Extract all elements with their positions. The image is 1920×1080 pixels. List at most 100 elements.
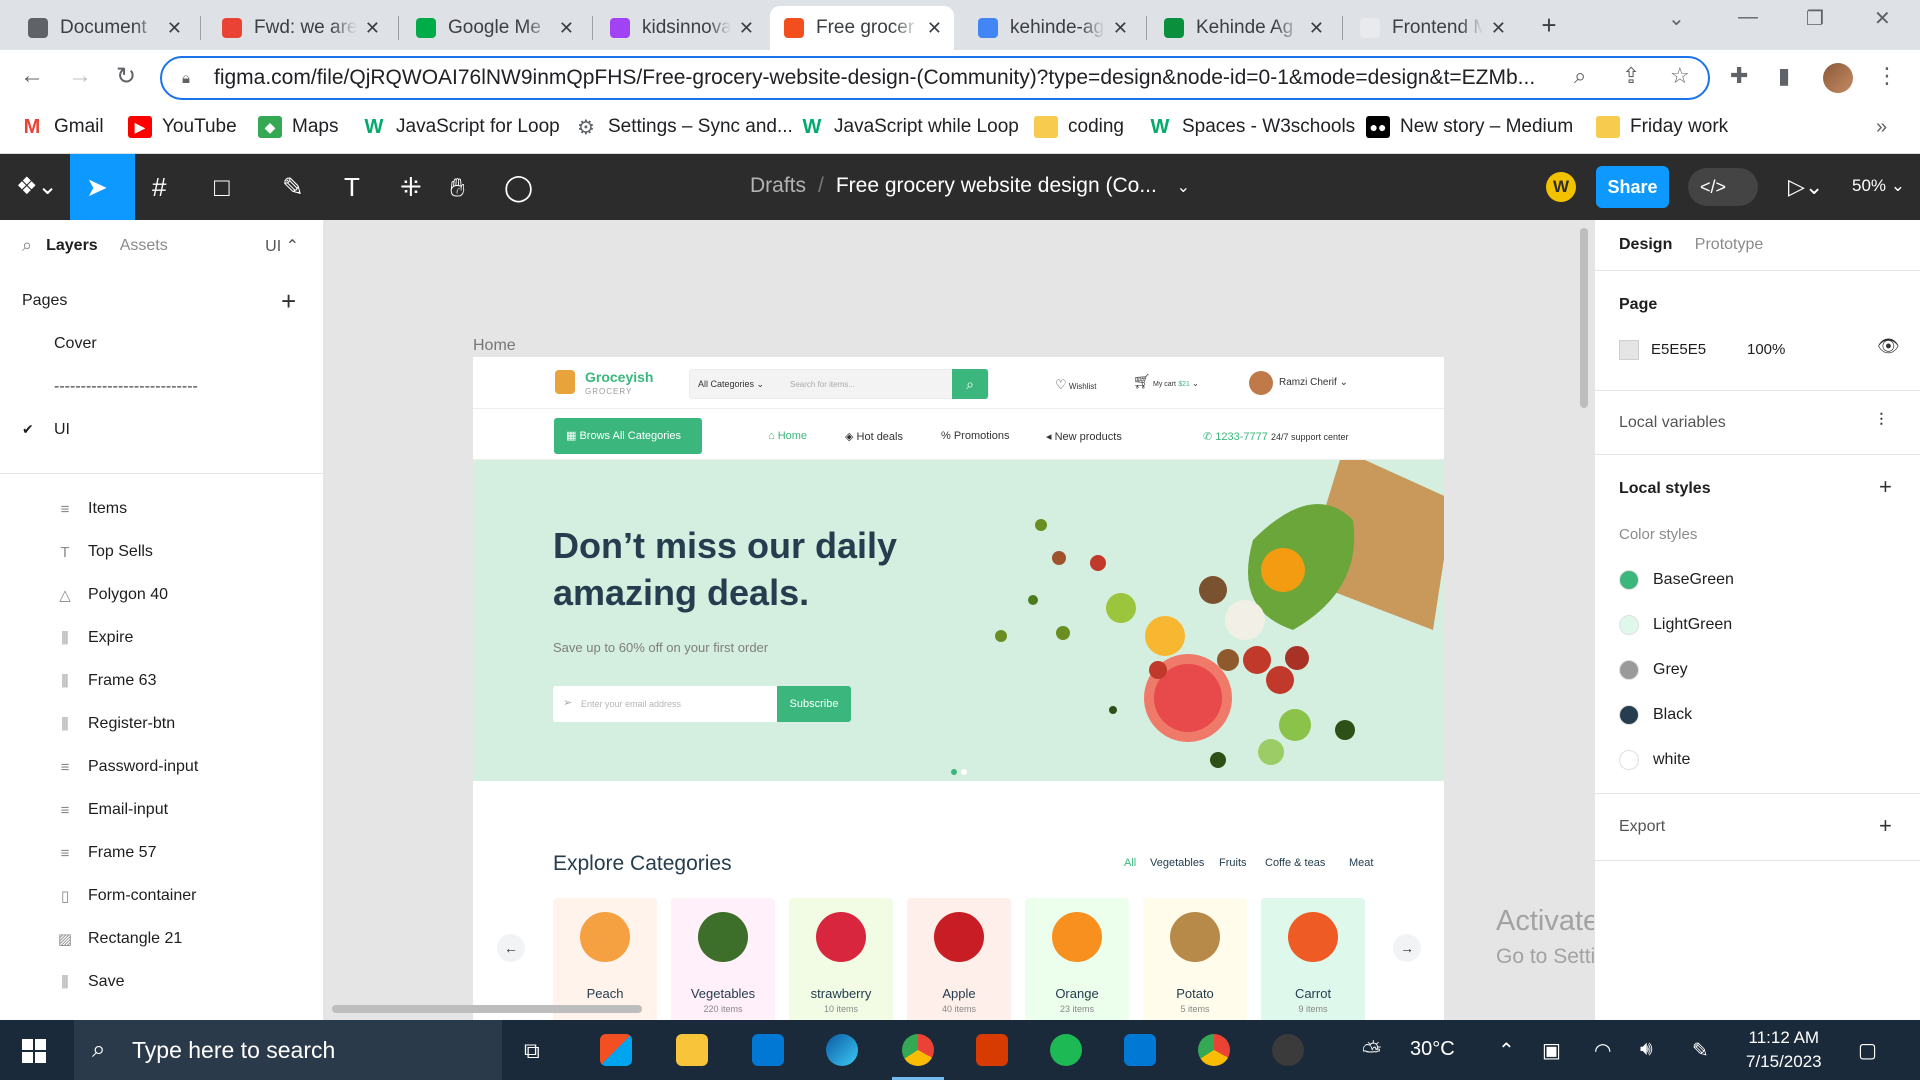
volume-icon[interactable]: 🔊︎: [1640, 1038, 1653, 1061]
file-menu-chevron-icon[interactable]: ⌄: [1177, 179, 1190, 196]
share-button[interactable]: Share: [1596, 166, 1669, 208]
layer-item[interactable]: ▯ Form-container: [56, 887, 197, 905]
browser-tab[interactable]: Fwd: we are ✕: [208, 6, 392, 50]
vertical-scrollbar[interactable]: [1580, 228, 1588, 408]
taskbar-search[interactable]: ⌕ Type here to search: [74, 1020, 502, 1080]
text-tool-icon[interactable]: T: [344, 172, 360, 203]
browser-tab[interactable]: Document ✕: [14, 6, 194, 50]
frame-tool-icon[interactable]: #: [152, 172, 166, 203]
horizontal-scrollbar[interactable]: [332, 1005, 642, 1013]
layer-item[interactable]: ≡ Password-input: [56, 758, 199, 776]
vscode-icon[interactable]: [1124, 1034, 1156, 1066]
local-variables-label[interactable]: Local variables: [1619, 414, 1726, 432]
page-ui[interactable]: UI: [54, 421, 70, 439]
wps-office-icon[interactable]: [976, 1034, 1008, 1066]
close-tab-icon[interactable]: ✕: [927, 18, 942, 39]
home-frame[interactable]: Groceyish GROCERY All Categories ⌄ Searc…: [473, 357, 1444, 1020]
layer-item[interactable]: ⫼ Frame 63: [56, 672, 157, 690]
add-export-icon[interactable]: +: [1879, 813, 1892, 839]
search-icon[interactable]: ⌕: [22, 235, 32, 256]
chrome-profile-icon[interactable]: [1198, 1034, 1230, 1066]
reload-icon[interactable]: ↻: [116, 62, 136, 91]
breadcrumb-drafts[interactable]: Drafts: [750, 174, 806, 197]
color-style-item[interactable]: white: [1619, 750, 1690, 770]
tab-design[interactable]: Design: [1619, 236, 1672, 253]
tab-assets[interactable]: Assets: [120, 237, 168, 255]
bookmark-maps[interactable]: ◆ Maps: [258, 116, 338, 138]
close-tab-icon[interactable]: ✕: [559, 18, 574, 39]
close-tab-icon[interactable]: ✕: [1113, 18, 1128, 39]
bookmark-js-while-loop[interactable]: W JavaScript while Loop: [800, 116, 1019, 138]
file-name[interactable]: Free grocery website design (Co...: [836, 174, 1157, 197]
notifications-icon[interactable]: ▢: [1858, 1038, 1877, 1063]
layer-item[interactable]: ⫼ Expire: [56, 629, 134, 647]
tab-search-chevron-icon[interactable]: ⌄: [1668, 6, 1685, 31]
bookmark-spaces-w3schools[interactable]: W Spaces - W3schools: [1148, 116, 1355, 138]
restore-icon[interactable]: ❐: [1806, 6, 1824, 31]
browser-tab[interactable]: Kehinde Ag ✕: [1150, 6, 1336, 50]
meet-now-icon[interactable]: ▣: [1542, 1038, 1561, 1063]
chrome-menu-icon[interactable]: ⋮: [1876, 63, 1898, 89]
present-icon[interactable]: ▷⌄: [1788, 174, 1823, 200]
pen-tool-icon[interactable]: ✎: [282, 172, 304, 203]
page-color-value[interactable]: E5E5E5: [1651, 341, 1706, 358]
browser-tab[interactable]: kidsinnovat ✕: [596, 6, 766, 50]
media-player-icon[interactable]: [1272, 1034, 1304, 1066]
profile-avatar[interactable]: [1823, 63, 1853, 93]
tab-layers[interactable]: Layers: [46, 237, 98, 255]
variables-sliders-icon[interactable]: ⫶: [1879, 410, 1884, 431]
browser-tab[interactable]: Google Me ✕: [402, 6, 586, 50]
edge-icon[interactable]: [826, 1034, 858, 1066]
bookmark-star-icon[interactable]: ☆: [1670, 63, 1690, 89]
bookmark-folder-friday-work[interactable]: Friday work: [1596, 116, 1728, 138]
layer-item[interactable]: △ Polygon 40: [56, 586, 168, 604]
close-tab-icon[interactable]: ✕: [1309, 18, 1324, 39]
bookmark-medium[interactable]: ●● New story – Medium: [1366, 116, 1573, 138]
file-explorer-icon[interactable]: [676, 1034, 708, 1066]
add-page-icon[interactable]: +: [281, 286, 296, 317]
close-tab-icon[interactable]: ✕: [365, 18, 380, 39]
browser-tab[interactable]: Frontend M ✕: [1346, 6, 1518, 50]
color-style-item[interactable]: LightGreen: [1619, 615, 1732, 635]
resources-icon[interactable]: ⁜: [400, 172, 422, 203]
frame-label[interactable]: Home: [473, 337, 516, 355]
mail-icon[interactable]: [752, 1034, 784, 1066]
layer-item[interactable]: ▨ Rectangle 21: [56, 930, 182, 948]
share-page-icon[interactable]: ⇪: [1622, 63, 1640, 89]
tab-prototype[interactable]: Prototype: [1695, 236, 1763, 253]
zoom-lens-icon[interactable]: ⌕: [1574, 63, 1586, 89]
canvas[interactable]: Home Groceyish GROCERY All Categories ⌄ …: [324, 220, 1594, 1020]
layer-item[interactable]: ≡ Frame 57: [56, 844, 157, 862]
layer-item[interactable]: ≡ Items: [56, 500, 128, 518]
clock[interactable]: 11:12 AM 7/15/2023: [1746, 1026, 1822, 1074]
side-panel-icon[interactable]: ▮: [1778, 63, 1790, 89]
browser-tab[interactable]: Free grocer ✕: [770, 6, 954, 50]
move-tool-icon[interactable]: ➤: [86, 172, 108, 203]
more-bookmarks-icon[interactable]: »: [1876, 116, 1887, 139]
bookmark-folder-coding[interactable]: coding: [1034, 116, 1124, 138]
ms-store-icon[interactable]: [600, 1034, 632, 1066]
layer-item[interactable]: T Top Sells: [56, 543, 153, 561]
close-tab-icon[interactable]: ✕: [167, 18, 182, 39]
bookmark-youtube[interactable]: ▶ YouTube: [128, 116, 237, 138]
bookmark-js-for-loop[interactable]: W JavaScript for Loop: [362, 116, 560, 138]
layer-item[interactable]: ≡ Email-input: [56, 801, 168, 819]
forward-icon[interactable]: →: [68, 62, 92, 90]
user-avatar[interactable]: W: [1546, 172, 1576, 202]
wifi-icon[interactable]: ◠: [1594, 1038, 1611, 1063]
show-hidden-icons[interactable]: ⌃: [1498, 1038, 1515, 1063]
bookmark-gmail[interactable]: M Gmail: [20, 116, 104, 138]
close-window-icon[interactable]: ✕: [1874, 6, 1891, 31]
spotify-icon[interactable]: [1050, 1034, 1082, 1066]
browser-tab[interactable]: kehinde-ag ✕: [964, 6, 1140, 50]
minimize-icon[interactable]: —: [1738, 6, 1758, 29]
close-tab-icon[interactable]: ✕: [1491, 18, 1506, 39]
back-icon[interactable]: ←: [20, 62, 44, 90]
windows-start-icon[interactable]: [22, 1039, 46, 1063]
page-opacity[interactable]: 100%: [1747, 341, 1785, 358]
close-tab-icon[interactable]: ✕: [739, 18, 754, 39]
temperature[interactable]: 30°C: [1410, 1038, 1455, 1061]
color-style-item[interactable]: Grey: [1619, 660, 1688, 680]
shape-tool-icon[interactable]: □: [214, 172, 230, 203]
hand-tool-icon[interactable]: ✋︎: [450, 172, 465, 204]
